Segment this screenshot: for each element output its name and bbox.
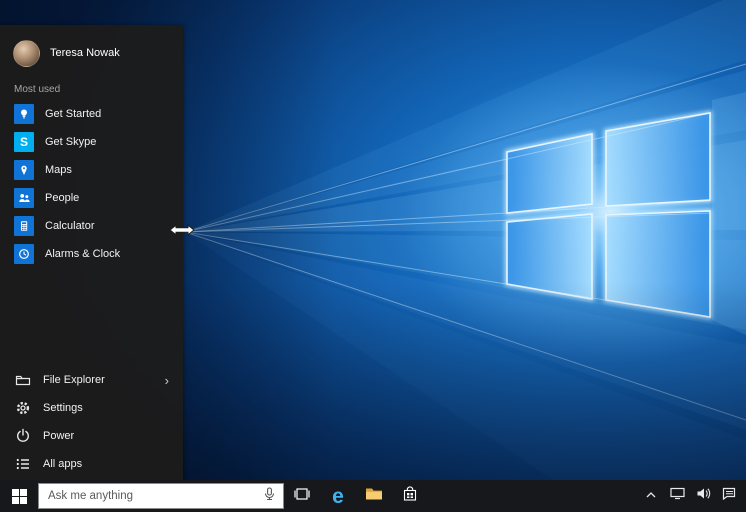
get-started-lightbulb-icon xyxy=(14,104,34,124)
taskbar: e xyxy=(0,480,746,512)
network-icon xyxy=(669,487,685,505)
user-name: Teresa Nowak xyxy=(50,47,120,59)
map-pin-icon xyxy=(14,160,34,180)
menu-item-label: All apps xyxy=(43,458,83,470)
start-menu-bottom-list: File Explorer › Settings Power All apps xyxy=(0,366,183,478)
chevron-right-icon[interactable]: › xyxy=(165,373,169,388)
network-button[interactable] xyxy=(666,480,688,512)
menu-item-label: Get Skype xyxy=(45,136,97,148)
menu-item-people[interactable]: People xyxy=(0,184,183,212)
menu-item-label: File Explorer xyxy=(43,374,105,386)
most-used-label: Most used xyxy=(14,84,61,95)
menu-item-label: Calculator xyxy=(45,220,95,232)
store-bag-icon xyxy=(402,485,418,507)
windows-desktop: Teresa Nowak Most used Get Started S Get… xyxy=(0,0,746,512)
volume-button[interactable] xyxy=(692,480,714,512)
folder-icon xyxy=(15,372,31,388)
system-tray xyxy=(640,480,746,512)
user-account-button[interactable]: Teresa Nowak xyxy=(0,25,183,67)
file-explorer-button[interactable] xyxy=(356,480,392,512)
task-view-icon xyxy=(293,487,311,506)
people-icon xyxy=(14,188,34,208)
menu-item-label: People xyxy=(45,192,80,204)
menu-item-settings[interactable]: Settings xyxy=(0,394,183,422)
store-button[interactable] xyxy=(392,480,428,512)
all-apps-icon xyxy=(15,456,31,472)
menu-item-power[interactable]: Power xyxy=(0,422,183,450)
skype-icon: S xyxy=(14,132,34,152)
taskbar-search-box[interactable] xyxy=(38,483,284,509)
user-avatar xyxy=(13,39,40,67)
speaker-icon xyxy=(696,487,711,505)
calculator-icon xyxy=(14,216,34,236)
action-center-button[interactable] xyxy=(718,480,740,512)
menu-item-label: Get Started xyxy=(45,108,102,120)
edge-browser-button[interactable]: e xyxy=(320,480,356,512)
gear-icon xyxy=(15,400,31,416)
menu-item-alarms-clock[interactable]: Alarms & Clock xyxy=(0,240,183,268)
start-menu-spacer xyxy=(0,268,183,366)
clock-icon xyxy=(14,244,34,264)
menu-item-maps[interactable]: Maps xyxy=(0,156,183,184)
microphone-icon[interactable] xyxy=(263,486,276,506)
menu-item-label: Alarms & Clock xyxy=(45,248,121,260)
show-hidden-icons-button[interactable] xyxy=(640,480,662,512)
edge-icon: e xyxy=(332,484,344,508)
most-used-list: Get Started S Get Skype Maps People Calc… xyxy=(0,100,183,268)
action-center-icon xyxy=(722,487,736,505)
start-button[interactable] xyxy=(0,480,38,512)
start-menu: Teresa Nowak Most used Get Started S Get… xyxy=(0,25,183,480)
menu-item-all-apps[interactable]: All apps xyxy=(0,450,183,478)
power-icon xyxy=(15,428,31,444)
folder-icon xyxy=(365,486,383,506)
menu-item-get-started[interactable]: Get Started xyxy=(0,100,183,128)
menu-item-label: Settings xyxy=(43,402,83,414)
chevron-up-icon xyxy=(645,487,657,505)
search-input[interactable] xyxy=(48,490,257,502)
menu-item-label: Maps xyxy=(45,164,72,176)
menu-item-get-skype[interactable]: S Get Skype xyxy=(0,128,183,156)
menu-item-label: Power xyxy=(43,430,75,442)
horizontal-resize-cursor xyxy=(169,223,195,242)
windows-logo-icon xyxy=(11,488,27,504)
menu-item-calculator[interactable]: Calculator xyxy=(0,212,183,240)
menu-item-file-explorer[interactable]: File Explorer › xyxy=(0,366,183,394)
task-view-button[interactable] xyxy=(284,480,320,512)
